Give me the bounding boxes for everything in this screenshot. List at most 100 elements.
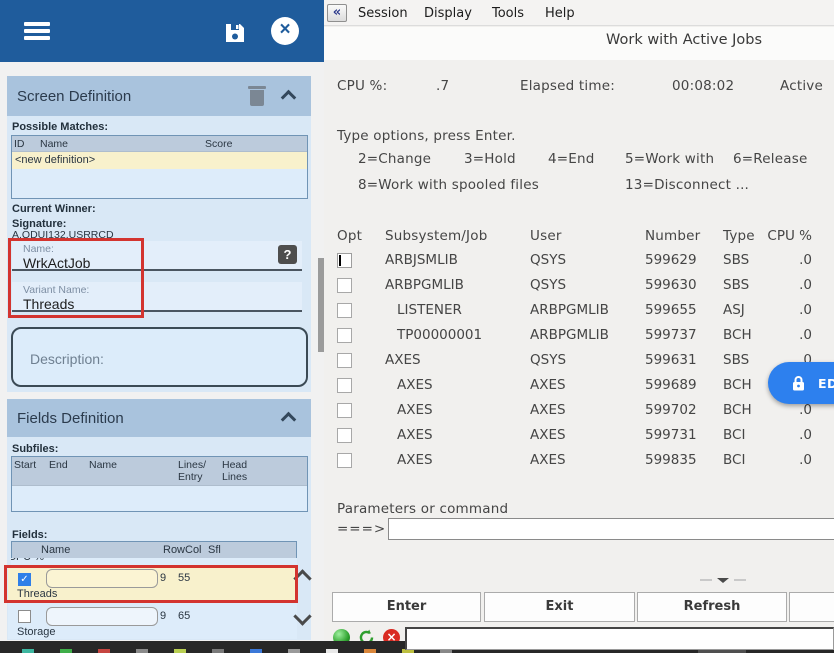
job-cpu: .0 xyxy=(754,402,824,418)
job-cpu: .0 xyxy=(754,327,824,343)
option-item: 4=End xyxy=(548,151,595,167)
opt-checkbox[interactable] xyxy=(337,453,352,468)
field-row-num: 9 xyxy=(160,572,166,584)
job-type: BCI xyxy=(723,452,745,468)
collapse-chevron-icon[interactable] xyxy=(283,414,294,425)
description-box[interactable]: Description: xyxy=(11,327,308,387)
job-row: AXESAXES599689BCH.0 xyxy=(324,377,834,402)
job-user: AXES xyxy=(530,377,566,393)
job-subsystem: AXES xyxy=(397,427,433,443)
subfiles-col-header: End xyxy=(49,459,68,471)
job-number: 599702 xyxy=(645,402,697,418)
fields-label: Fields: xyxy=(12,529,47,541)
taskbar-icon[interactable] xyxy=(364,649,376,653)
taskbar-icon[interactable] xyxy=(98,649,110,653)
edit-lock-button[interactable]: ED xyxy=(768,362,834,404)
col-id: ID xyxy=(14,138,25,150)
job-row: LISTENERARBPGMLIB599655ASJ.0 xyxy=(324,302,834,327)
field-row-storage[interactable]: 9 65 Storage xyxy=(8,602,297,639)
field-name-input[interactable] xyxy=(46,607,158,626)
exit-button[interactable]: Exit xyxy=(484,592,635,622)
menu-help[interactable]: Help xyxy=(545,6,575,21)
fields-definition-header[interactable]: Fields Definition xyxy=(7,399,311,437)
refresh-button[interactable]: Refresh xyxy=(637,592,787,622)
job-type: BCH xyxy=(723,402,752,418)
name-field[interactable]: Name: WrkActJob xyxy=(12,241,302,271)
hdr-cpu: CPU % xyxy=(754,228,824,244)
taskbar-icon[interactable] xyxy=(60,649,72,653)
enter-button[interactable]: Enter xyxy=(332,592,481,622)
job-user: ARBPGMLIB xyxy=(530,327,609,343)
subfiles-label: Subfiles: xyxy=(12,443,58,455)
field-checkbox-unchecked[interactable] xyxy=(18,610,31,623)
job-cpu: .0 xyxy=(754,277,824,293)
edit-button-label: ED xyxy=(818,376,834,391)
taskbar-icon[interactable] xyxy=(326,649,338,653)
opt-checkbox[interactable] xyxy=(337,428,352,443)
field-name-input[interactable] xyxy=(46,569,158,588)
matches-table-header: ID Name Score xyxy=(12,136,307,152)
menu-display[interactable]: Display xyxy=(424,6,472,21)
job-type: SBS xyxy=(723,277,749,293)
variant-field-label: Variant Name: xyxy=(12,282,302,296)
menu-tools[interactable]: Tools xyxy=(492,6,524,21)
menu-session[interactable]: Session xyxy=(358,6,408,21)
save-button[interactable] xyxy=(224,22,246,44)
field-checkbox-checked[interactable]: ✓ xyxy=(18,573,31,586)
collapse-chevron-icon[interactable] xyxy=(283,92,294,103)
cutoff-button[interactable] xyxy=(789,592,834,622)
opt-checkbox[interactable] xyxy=(337,278,352,293)
job-row: AXESAXES599702BCH.0 xyxy=(324,402,834,427)
opt-checkbox[interactable] xyxy=(337,353,352,368)
opt-checkbox[interactable] xyxy=(337,403,352,418)
opt-checkbox[interactable] xyxy=(337,303,352,318)
job-type: ASJ xyxy=(723,302,745,318)
variant-name-field[interactable]: Variant Name: Threads xyxy=(12,282,302,312)
type-options-prompt: Type options, press Enter. xyxy=(337,128,516,144)
job-type: SBS xyxy=(723,352,749,368)
taskbar-icon[interactable] xyxy=(136,649,148,653)
collapse-panel-button[interactable]: « xyxy=(327,4,347,22)
field-col-num: 65 xyxy=(178,610,190,622)
trash-icon[interactable] xyxy=(247,84,267,108)
lock-icon xyxy=(790,375,807,392)
taskbar-icon[interactable] xyxy=(288,649,300,653)
fields-definition-title: Fields Definition xyxy=(7,410,124,427)
hamburger-menu-icon[interactable] xyxy=(24,22,50,39)
job-table-header: Opt Subsystem/Job User Number Type CPU % xyxy=(324,228,834,253)
close-button[interactable]: × xyxy=(271,17,299,45)
terminal-status-field[interactable] xyxy=(405,627,834,650)
possible-matches-table: ID Name Score <new definition> xyxy=(11,135,308,199)
job-number: 599737 xyxy=(645,327,697,343)
parameters-label: Parameters or command xyxy=(337,501,508,517)
option-item: 2=Change xyxy=(358,151,431,167)
job-row: AXESQSYS599631SBS.0 xyxy=(324,352,834,377)
taskbar-icon[interactable] xyxy=(174,649,186,653)
hdr-opt: Opt xyxy=(337,228,362,244)
taskbar-icon[interactable] xyxy=(212,649,224,653)
match-row-new-definition[interactable]: <new definition> xyxy=(12,152,307,169)
screen-definition-title: Screen Definition xyxy=(7,88,131,105)
subfiles-col-header: HeadLines xyxy=(222,459,247,484)
help-icon[interactable]: ? xyxy=(278,245,297,264)
drawer-toggle[interactable] xyxy=(700,576,746,585)
hdr-subsystem: Subsystem/Job xyxy=(385,228,487,244)
designer-panel: × Screen Definition Possible Matches: ID… xyxy=(0,0,324,641)
subfiles-col-header: Start xyxy=(14,459,36,471)
command-prompt: ===> xyxy=(337,521,386,537)
opt-checkbox[interactable] xyxy=(337,253,352,268)
possible-matches-label: Possible Matches: xyxy=(12,121,108,133)
command-input[interactable] xyxy=(388,518,834,540)
opt-checkbox[interactable] xyxy=(337,328,352,343)
option-item: 13=Disconnect ... xyxy=(625,177,749,193)
active-label: Active xyxy=(780,78,823,94)
option-item: 3=Hold xyxy=(464,151,516,167)
field-row-threads[interactable]: ✓ 9 55 Threads xyxy=(8,566,297,602)
taskbar-icon[interactable] xyxy=(250,649,262,653)
taskbar-icon[interactable] xyxy=(22,649,34,653)
field-row-num: 9 xyxy=(160,610,166,622)
col-row: Row xyxy=(163,544,185,556)
opt-checkbox[interactable] xyxy=(337,378,352,393)
job-user: QSYS xyxy=(530,277,566,293)
cpu-value: .7 xyxy=(436,78,449,94)
